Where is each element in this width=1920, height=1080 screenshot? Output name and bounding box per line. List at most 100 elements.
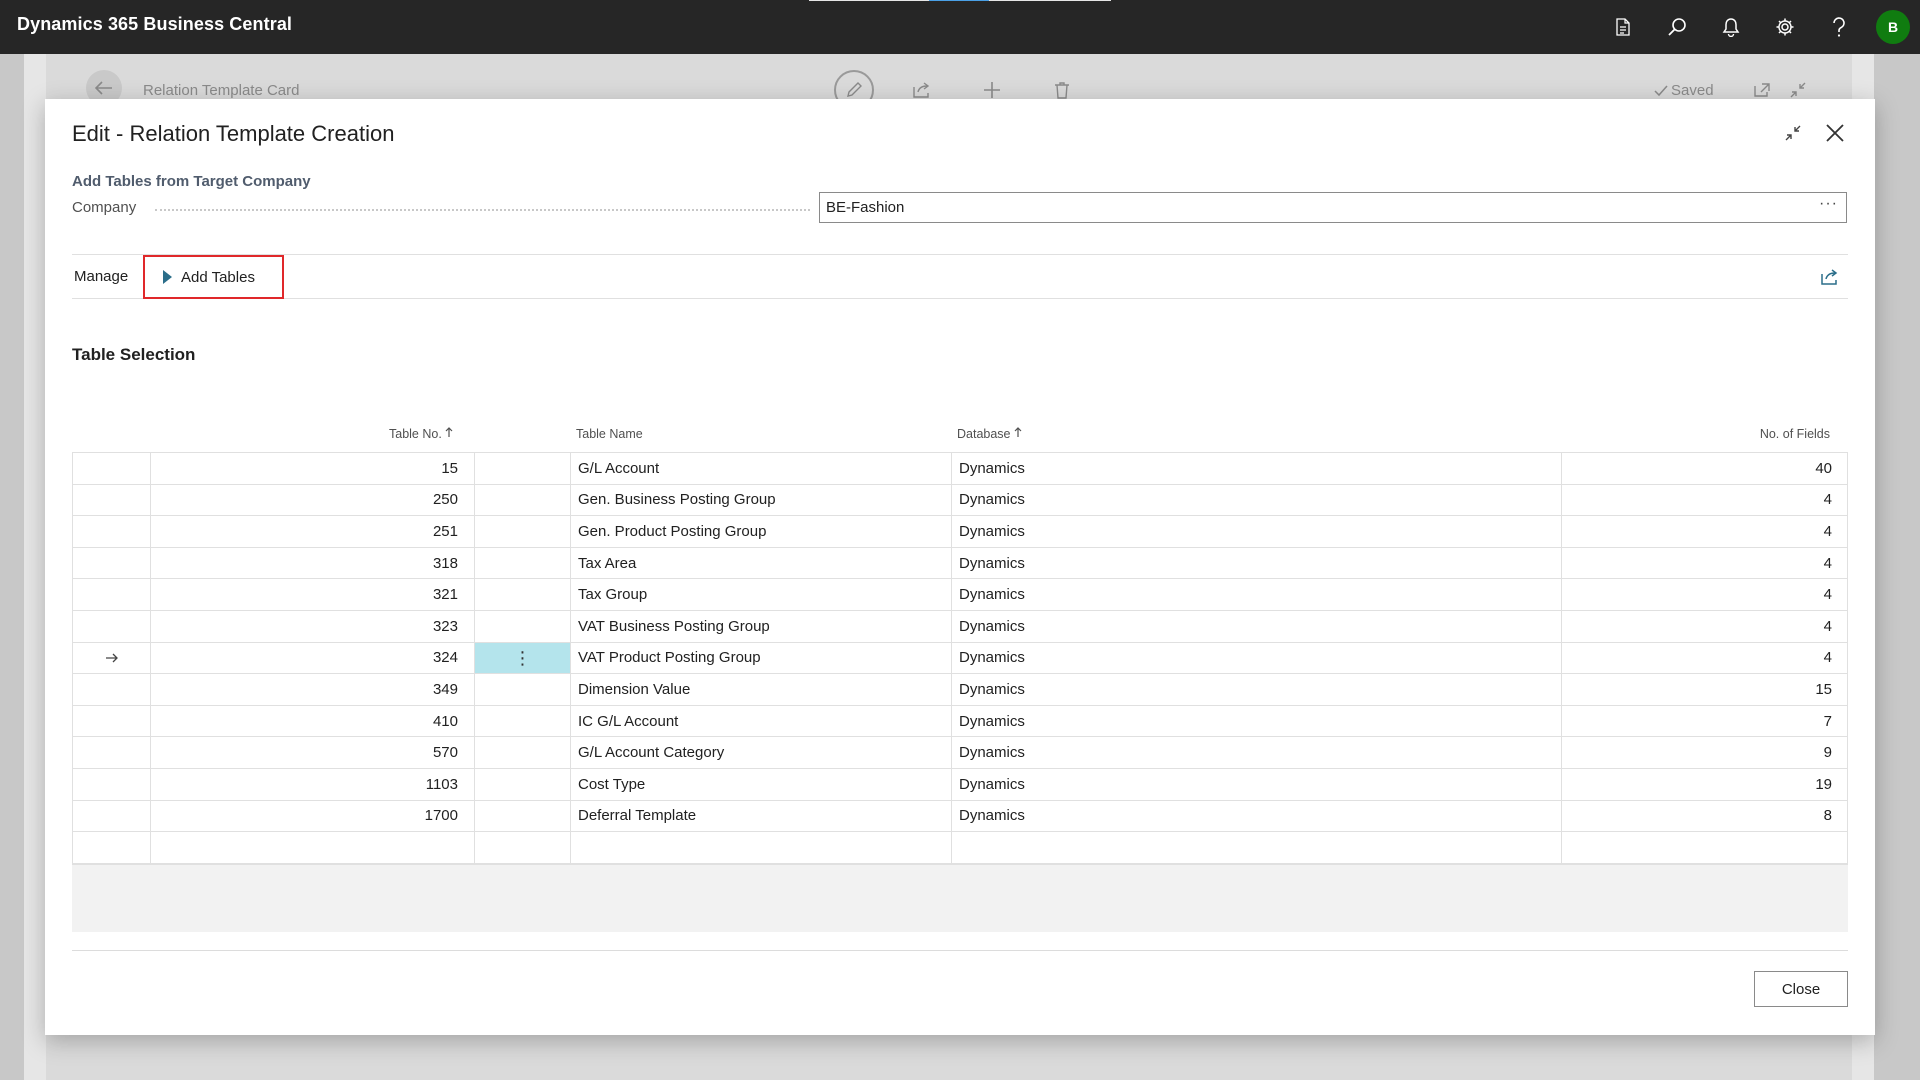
column-header-table-name[interactable]: Table Name [576,427,643,441]
row-actions-cell[interactable] [475,705,571,737]
help-icon[interactable] [1812,0,1866,54]
table-no-cell[interactable]: 570 [151,737,475,768]
row-actions-cell[interactable] [475,800,571,832]
table-row[interactable]: 1103 Cost Type Dynamics 19 [73,768,1848,801]
table-name-cell[interactable]: Tax Group [571,579,952,610]
table-no-cell[interactable]: 1103 [151,768,475,800]
table-no-cell[interactable]: 410 [151,705,475,737]
no-of-fields-cell[interactable]: 4 [1562,643,1848,674]
table-no-cell[interactable]: 251 [151,516,475,547]
no-of-fields-cell[interactable]: 15 [1562,674,1848,705]
table-no-cell[interactable]: 250 [151,484,475,516]
row-indicator-cell[interactable] [73,610,151,642]
bell-icon[interactable] [1704,0,1758,54]
database-cell[interactable]: Dynamics [952,737,1562,768]
row-indicator-cell[interactable] [73,705,151,737]
table-row[interactable] [73,832,1847,864]
table-no-cell[interactable] [151,832,475,863]
table-row[interactable]: 321 Tax Group Dynamics 4 [73,579,1847,611]
table-name-cell[interactable]: VAT Product Posting Group [571,642,952,674]
table-row[interactable]: 15 G/L Account Dynamics 40 [73,453,1847,485]
no-of-fields-cell[interactable]: 19 [1562,769,1848,800]
row-indicator-cell[interactable] [73,579,151,610]
table-row[interactable]: 251 Gen. Product Posting Group Dynamics 4 [73,516,1847,548]
row-indicator-cell[interactable] [73,800,151,832]
no-of-fields-cell[interactable]: 4 [1562,485,1848,516]
row-actions-cell[interactable] [475,547,571,579]
no-of-fields-cell[interactable]: 40 [1562,453,1848,484]
table-row[interactable]: 570 G/L Account Category Dynamics 9 [73,737,1847,769]
company-field[interactable]: BE-Fashion ··· [819,192,1847,223]
row-actions-cell[interactable] [475,768,571,800]
share-icon[interactable] [1818,265,1842,289]
database-cell[interactable]: Dynamics [952,453,1562,484]
table-row[interactable]: 323 VAT Business Posting Group Dynamics 4 [73,610,1848,643]
collapse-dialog-icon[interactable] [1779,119,1807,147]
row-indicator-cell[interactable] [73,832,151,863]
row-actions-cell[interactable] [475,484,571,516]
document-icon[interactable] [1596,0,1650,54]
table-name-cell[interactable]: Gen. Business Posting Group [571,484,952,516]
row-actions-cell[interactable] [475,516,571,547]
close-icon[interactable] [1819,117,1851,149]
table-name-cell[interactable]: VAT Business Posting Group [571,610,952,642]
no-of-fields-cell[interactable]: 4 [1562,516,1848,547]
manage-menu[interactable]: Manage [74,268,128,285]
gear-icon[interactable] [1758,0,1812,54]
no-of-fields-cell[interactable]: 8 [1562,801,1848,832]
table-name-cell[interactable]: Dimension Value [571,674,952,705]
column-header-database[interactable]: Database [957,427,1022,441]
no-of-fields-cell[interactable]: 4 [1562,548,1848,579]
database-cell[interactable]: Dynamics [952,642,1562,674]
table-no-cell[interactable]: 1700 [151,800,475,832]
row-actions-cell[interactable]: ⋮ [475,642,571,674]
row-actions-cell[interactable] [475,674,571,705]
database-cell[interactable]: Dynamics [952,705,1562,737]
row-indicator-cell[interactable] [73,484,151,516]
table-no-cell[interactable]: 318 [151,547,475,579]
database-cell[interactable] [952,832,1562,863]
database-cell[interactable]: Dynamics [952,547,1562,579]
database-cell[interactable]: Dynamics [952,800,1562,832]
row-actions-cell[interactable] [475,737,571,768]
table-row[interactable]: 324 ⋮ VAT Product Posting Group Dynamics 4 [73,642,1848,675]
database-cell[interactable]: Dynamics [952,516,1562,547]
table-no-cell[interactable]: 321 [151,579,475,610]
no-of-fields-cell[interactable]: 4 [1562,611,1848,642]
no-of-fields-cell[interactable]: 4 [1562,579,1848,610]
table-row[interactable]: 410 IC G/L Account Dynamics 7 [73,705,1848,738]
row-actions-cell[interactable] [475,610,571,642]
database-cell[interactable]: Dynamics [952,674,1562,705]
table-name-cell[interactable]: IC G/L Account [571,705,952,737]
table-row[interactable]: 318 Tax Area Dynamics 4 [73,547,1848,580]
table-row[interactable]: 1700 Deferral Template Dynamics 8 [73,800,1848,833]
table-name-cell[interactable]: G/L Account Category [571,737,952,768]
user-avatar[interactable]: B [1876,10,1910,44]
table-no-cell[interactable]: 323 [151,610,475,642]
table-no-cell[interactable]: 15 [151,453,475,484]
group-caption[interactable]: Add Tables from Target Company [72,173,311,190]
row-actions-cell[interactable] [475,579,571,610]
table-row[interactable]: 250 Gen. Business Posting Group Dynamics 4 [73,484,1848,517]
lookup-ellipsis-button[interactable]: ··· [1819,195,1838,213]
more-options-icon[interactable]: ⋮ [514,649,532,667]
no-of-fields-cell[interactable] [1562,832,1848,863]
row-indicator-cell[interactable] [73,642,151,674]
table-name-cell[interactable]: Deferral Template [571,800,952,832]
database-cell[interactable]: Dynamics [952,768,1562,800]
close-button[interactable]: Close [1754,971,1848,1007]
table-name-cell[interactable]: Gen. Product Posting Group [571,516,952,547]
app-title[interactable]: Dynamics 365 Business Central [17,14,292,35]
row-indicator-cell[interactable] [73,768,151,800]
row-actions-cell[interactable] [475,453,571,484]
row-indicator-cell[interactable] [73,674,151,705]
table-no-cell[interactable]: 349 [151,674,475,705]
table-name-cell[interactable]: Cost Type [571,768,952,800]
database-cell[interactable]: Dynamics [952,579,1562,610]
database-cell[interactable]: Dynamics [952,610,1562,642]
no-of-fields-cell[interactable]: 7 [1562,706,1848,737]
table-name-cell[interactable]: Tax Area [571,547,952,579]
row-indicator-cell[interactable] [73,516,151,547]
column-header-no-of-fields[interactable]: No. of Fields [1760,427,1830,441]
row-indicator-cell[interactable] [73,547,151,579]
